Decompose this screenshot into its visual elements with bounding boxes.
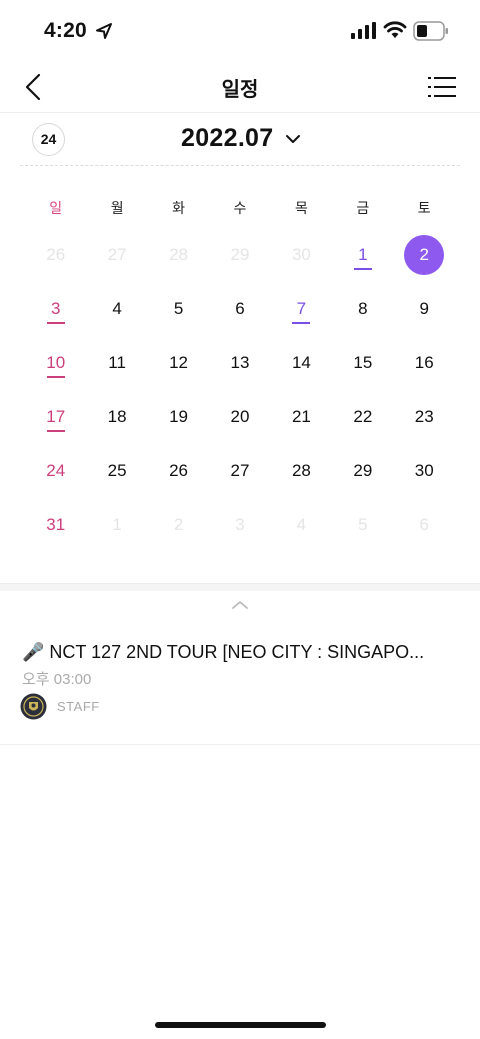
event-indicator — [46, 322, 65, 324]
calendar-day[interactable]: 15 — [332, 336, 393, 390]
staff-badge-icon — [20, 693, 47, 720]
weekday-label: 금 — [356, 200, 370, 216]
day-number: 1 — [358, 245, 368, 264]
calendar-day[interactable]: 6 — [209, 282, 270, 336]
calendar-day[interactable]: 2 — [148, 498, 209, 552]
day-number: 7 — [296, 299, 307, 318]
calendar-week: 26 27 28 29 30 1 2 — [25, 228, 455, 282]
battery-icon — [413, 21, 448, 41]
calendar-day[interactable]: 30 — [271, 228, 332, 282]
navigation-bar: 일정 — [0, 62, 480, 113]
day-number: 3 — [50, 299, 61, 318]
event-writer: STAFF — [57, 699, 100, 714]
cellular-signal-icon — [351, 22, 376, 39]
weekday-header: 일 월 화 수 목 금 토 — [25, 188, 455, 228]
calendar-day[interactable]: 25 — [86, 444, 147, 498]
event-title: 🎤 NCT 127 2ND TOUR [NEO CITY : SINGAPO..… — [22, 642, 425, 662]
calendar-day[interactable]: 26 — [148, 444, 209, 498]
status-time: 4:20 — [44, 19, 87, 42]
calendar-week: 24 25 26 27 28 29 30 — [25, 444, 455, 498]
calendar-day[interactable]: 19 — [148, 390, 209, 444]
weekday-label: 목 — [294, 200, 308, 216]
wifi-icon — [383, 21, 407, 38]
today-button[interactable]: 24 — [32, 123, 65, 156]
calendar-day[interactable]: 5 — [148, 282, 209, 336]
calendar-day[interactable]: 27 — [209, 444, 270, 498]
calendar-day[interactable]: 22 — [332, 390, 393, 444]
calendar-day[interactable]: 6 — [394, 498, 455, 552]
event-indicator — [292, 322, 311, 324]
calendar-week: 10 11 12 13 14 15 16 — [25, 336, 455, 390]
event-indicator — [46, 430, 65, 432]
calendar-day[interactable]: 20 — [209, 390, 270, 444]
calendar-week: 3 4 5 6 7 8 9 — [25, 282, 455, 336]
calendar-day[interactable]: 26 — [25, 228, 86, 282]
calendar-day[interactable]: 5 — [332, 498, 393, 552]
day-number: 17 — [46, 407, 66, 426]
calendar-day[interactable]: 27 — [86, 228, 147, 282]
calendar-day[interactable]: 28 — [271, 444, 332, 498]
weekday-label: 토 — [417, 200, 431, 216]
calendar-day[interactable]: 3 — [25, 282, 86, 336]
calendar-day[interactable]: 9 — [394, 282, 455, 336]
calendar-day[interactable]: 3 — [209, 498, 270, 552]
calendar-day[interactable]: 29 — [332, 444, 393, 498]
calendar-day[interactable]: 28 — [148, 228, 209, 282]
weekday-label: 수 — [233, 200, 247, 216]
calendar-day[interactable]: 17 — [25, 390, 86, 444]
calendar-day[interactable]: 11 — [86, 336, 147, 390]
calendar-day[interactable]: 24 — [25, 444, 86, 498]
weekday-label: 화 — [172, 200, 185, 216]
event-indicator — [46, 376, 65, 378]
day-number: 10 — [46, 353, 66, 372]
calendar-week: 31 1 2 3 4 5 6 — [25, 498, 455, 552]
calendar-day[interactable]: 14 — [271, 336, 332, 390]
month-label[interactable]: 2022.07 — [181, 124, 273, 153]
calendar-day[interactable]: 7 — [271, 282, 332, 336]
list-view-icon[interactable] — [428, 74, 456, 100]
event-indicator — [353, 268, 372, 270]
calendar-day[interactable]: 12 — [148, 336, 209, 390]
calendar-day[interactable]: 21 — [271, 390, 332, 444]
weekday-label: 일 — [49, 200, 63, 216]
calendar-day[interactable]: 4 — [271, 498, 332, 552]
calendar-grid: 일 월 화 수 목 금 토 26 27 28 29 30 1 2 3 4 5 6… — [25, 188, 455, 552]
calendar-day-selected[interactable]: 2 — [394, 228, 455, 282]
selected-day-circle: 2 — [404, 235, 445, 275]
calendar-day[interactable]: 1 — [86, 498, 147, 552]
event-list-item[interactable]: 🎤 NCT 127 2ND TOUR [NEO CITY : SINGAPO..… — [0, 626, 480, 745]
chevron-down-icon[interactable] — [285, 133, 301, 145]
status-bar: 4:20 — [0, 0, 480, 62]
calendar-day[interactable]: 16 — [394, 336, 455, 390]
calendar-day[interactable]: 31 — [25, 498, 86, 552]
calendar-day[interactable]: 29 — [209, 228, 270, 282]
home-indicator — [155, 1022, 326, 1028]
weekday-label: 월 — [110, 200, 124, 216]
chevron-up-icon[interactable] — [230, 598, 250, 612]
month-selector-bar: 24 2022.07 — [20, 113, 460, 166]
calendar-day[interactable]: 1 — [332, 228, 393, 282]
calendar-day[interactable]: 23 — [394, 390, 455, 444]
calendar-day[interactable]: 4 — [86, 282, 147, 336]
section-divider — [0, 583, 480, 591]
calendar-day[interactable]: 13 — [209, 336, 270, 390]
calendar-day[interactable]: 8 — [332, 282, 393, 336]
event-time: 오후 03:00 — [22, 671, 92, 688]
page-title: 일정 — [221, 79, 259, 101]
location-arrow-icon — [96, 23, 112, 39]
calendar-week: 17 18 19 20 21 22 23 — [25, 390, 455, 444]
calendar-day[interactable]: 30 — [394, 444, 455, 498]
calendar-day[interactable]: 18 — [86, 390, 147, 444]
calendar-day[interactable]: 10 — [25, 336, 86, 390]
